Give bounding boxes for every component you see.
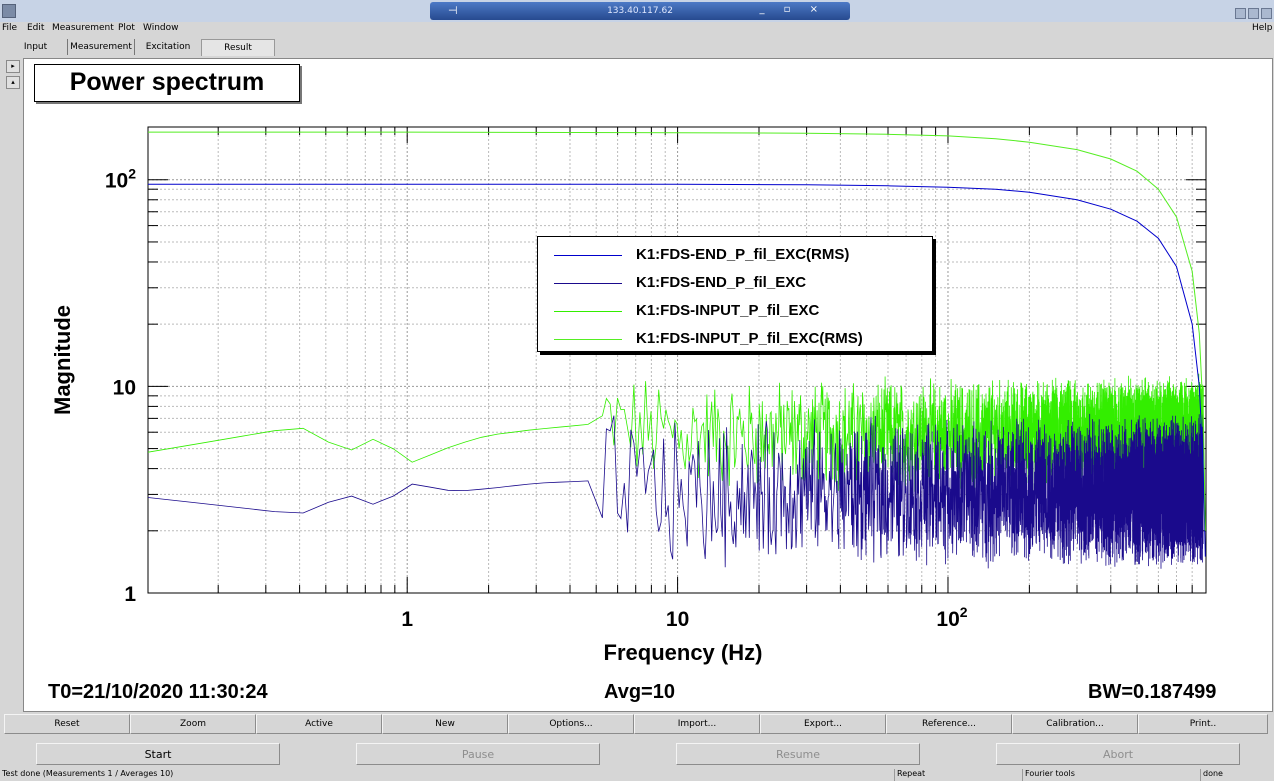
status-fourier: Fourier tools	[1022, 769, 1075, 781]
new-button[interactable]: New	[382, 714, 508, 734]
active-button[interactable]: Active	[256, 714, 382, 734]
status-repeat: Repeat	[894, 769, 925, 781]
zoom-button[interactable]: Zoom	[130, 714, 256, 734]
avg-label: Avg=10	[604, 681, 675, 703]
pause-button[interactable]: Pause	[356, 743, 600, 765]
import-button[interactable]: Import...	[634, 714, 760, 734]
plot-legend[interactable]: K1:FDS-END_P_fil_EXC(RMS) K1:FDS-END_P_fi…	[537, 236, 933, 352]
legend-swatch	[554, 311, 622, 312]
plot-toolbar: Reset Zoom Active New Options... Import.…	[4, 714, 1270, 734]
start-button[interactable]: Start	[36, 743, 280, 765]
legend-entry: K1:FDS-END_P_fil_EXC	[538, 269, 932, 297]
pane-title: Power spectrum	[34, 64, 300, 102]
legend-entry: K1:FDS-END_P_fil_EXC(RMS)	[538, 241, 932, 269]
power-spectrum-plot[interactable]: 1 10 102 1 10 102 Frequency (Hz) Magnitude	[0, 0, 1274, 781]
legend-label: K1:FDS-END_P_fil_EXC	[636, 274, 807, 291]
y-tick-label: 10	[113, 376, 136, 399]
reference-button[interactable]: Reference...	[886, 714, 1012, 734]
bw-label: BW=0.187499	[1088, 681, 1217, 703]
legend-label: K1:FDS-INPUT_P_fil_EXC	[636, 302, 820, 319]
legend-entry: K1:FDS-INPUT_P_fil_EXC(RMS)	[538, 325, 932, 353]
options-button[interactable]: Options...	[508, 714, 634, 734]
resume-button[interactable]: Resume	[676, 743, 920, 765]
legend-swatch	[554, 283, 622, 284]
legend-swatch	[554, 255, 622, 256]
abort-button[interactable]: Abort	[996, 743, 1240, 765]
legend-label: K1:FDS-INPUT_P_fil_EXC(RMS)	[636, 330, 863, 347]
legend-label: K1:FDS-END_P_fil_EXC(RMS)	[636, 246, 850, 263]
reset-button[interactable]: Reset	[4, 714, 130, 734]
t0-label: T0=21/10/2020 11:30:24	[48, 681, 268, 703]
y-tick-label: 1	[124, 583, 136, 606]
calibration-button[interactable]: Calibration...	[1012, 714, 1138, 734]
print-button[interactable]: Print..	[1138, 714, 1268, 734]
legend-swatch	[554, 339, 622, 340]
run-controls: Start Pause Resume Abort	[0, 743, 1274, 767]
x-tick-label: 102	[936, 604, 967, 631]
export-button[interactable]: Export...	[760, 714, 886, 734]
status-message: Test done (Measurements 1 / Averages 10)	[2, 769, 174, 778]
x-tick-label: 1	[401, 608, 413, 631]
legend-entry: K1:FDS-INPUT_P_fil_EXC	[538, 297, 932, 325]
x-axis-title: Frequency (Hz)	[604, 640, 763, 665]
y-tick-label: 102	[105, 166, 136, 193]
x-tick-label: 10	[666, 608, 689, 631]
y-axis-title: Magnitude	[50, 305, 75, 415]
status-done: done	[1200, 769, 1223, 781]
